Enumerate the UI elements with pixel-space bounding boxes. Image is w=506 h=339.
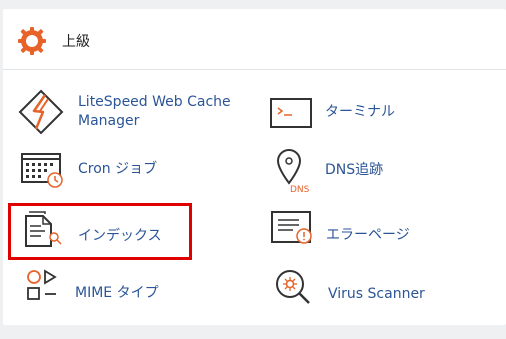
litespeed-label-line2: Manager — [78, 113, 140, 129]
mime-types-icon — [27, 269, 57, 300]
dns-trace-link[interactable]: DNS DNS追跡 — [275, 147, 475, 195]
advanced-panel: 上級 LiteSpeed Web Cache Manager ターミナル Cro… — [3, 9, 506, 325]
svg-text:DNS: DNS — [290, 185, 310, 193]
section-title: 上級 — [62, 34, 90, 50]
error-page-icon — [271, 211, 312, 244]
litespeed-icon — [18, 89, 64, 135]
dns-pin-icon: DNS — [276, 149, 310, 193]
cron-jobs-label: Cron ジョブ — [78, 161, 158, 177]
gear-icon — [18, 27, 46, 55]
error-pages-link[interactable]: エラーページ — [271, 209, 471, 249]
terminal-icon — [270, 98, 312, 128]
litespeed-label-line1: LiteSpeed Web Cache — [78, 94, 231, 110]
virus-scanner-icon — [276, 270, 310, 304]
virus-scanner-label: Virus Scanner — [328, 286, 425, 302]
litespeed-web-cache-manager-link[interactable]: LiteSpeed Web Cache Manager — [18, 89, 248, 139]
error-pages-label: エラーページ — [326, 227, 410, 243]
virus-scanner-link[interactable]: Virus Scanner — [273, 267, 473, 311]
terminal-link[interactable]: ターミナル — [270, 94, 470, 134]
cron-jobs-link[interactable]: Cron ジョブ — [21, 151, 221, 191]
panel-header[interactable]: 上級 — [3, 9, 506, 70]
calendar-clock-icon — [21, 153, 63, 188]
terminal-label: ターミナル — [325, 104, 395, 120]
mime-types-label: MIME タイプ — [75, 285, 159, 301]
mime-types-link[interactable]: MIME タイプ — [26, 268, 226, 308]
dns-trace-label: DNS追跡 — [325, 162, 384, 178]
highlight-box — [8, 203, 192, 260]
